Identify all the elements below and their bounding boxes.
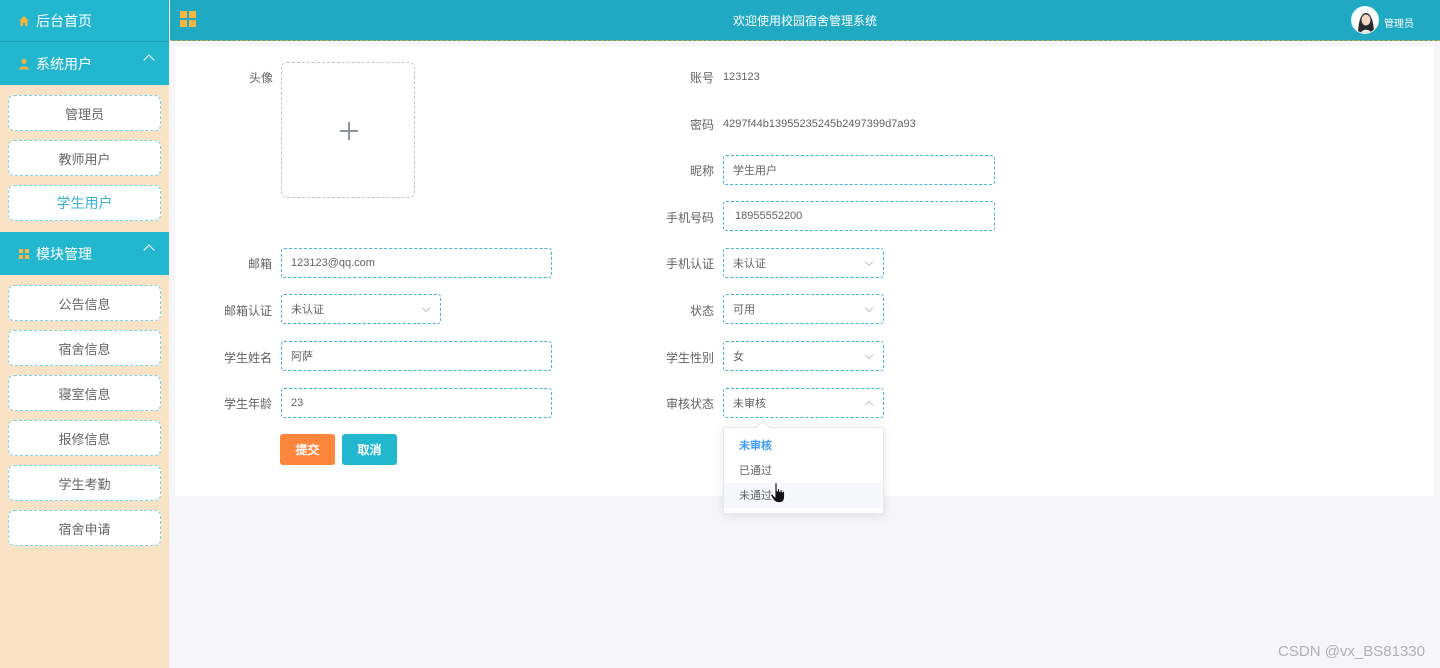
review-status-label: 审核状态 xyxy=(665,397,714,411)
nickname-input[interactable]: 学生用户 xyxy=(723,155,995,185)
sidebar-item-dormitories[interactable]: 宿舍信息 xyxy=(8,330,161,366)
sidebar-item-attendance[interactable]: 学生考勤 xyxy=(8,465,161,501)
plus-icon xyxy=(340,122,358,140)
chevron-up-icon xyxy=(143,54,155,66)
select-value: 未认证 xyxy=(733,258,766,270)
status-label: 状态 xyxy=(689,304,714,318)
top-header: 欢迎使用校园宿舍管理系统 管理员 xyxy=(170,0,1440,41)
dropdown-option-rejected[interactable]: 未通过 xyxy=(724,483,883,508)
watermark: CSDN @vx_BS81330 xyxy=(1278,643,1425,660)
sidebar-item-rooms[interactable]: 寝室信息 xyxy=(8,375,161,411)
cancel-button[interactable]: 取消 xyxy=(342,434,397,465)
account-label: 账号 xyxy=(689,71,714,85)
hand-cursor-icon xyxy=(770,482,786,504)
sidebar-item-label: 公告信息 xyxy=(58,297,111,313)
chevron-down-icon xyxy=(864,303,874,313)
dropdown-option-pending[interactable]: 未审核 xyxy=(724,433,883,458)
sidebar-item-repairs[interactable]: 报修信息 xyxy=(8,420,161,456)
avatar[interactable] xyxy=(1351,6,1379,34)
sidebar-item-notices[interactable]: 公告信息 xyxy=(8,285,161,321)
sidebar-item-label: 宿舍信息 xyxy=(58,342,111,358)
phone-label: 手机号码 xyxy=(665,211,714,225)
chevron-up-icon xyxy=(143,244,155,256)
current-user[interactable]: 管理员 xyxy=(1384,15,1414,30)
email-label: 邮箱 xyxy=(247,257,272,271)
review-status-dropdown: 未审核 已通过 未通过 xyxy=(723,419,884,514)
avatar-upload[interactable] xyxy=(281,62,415,198)
user-icon xyxy=(18,58,30,70)
nickname-label: 昵称 xyxy=(689,164,714,178)
student-name-label: 学生姓名 xyxy=(223,351,272,365)
select-value: 未认证 xyxy=(291,304,324,316)
sidebar-group-module-management[interactable]: 模块管理 xyxy=(0,232,169,275)
password-label: 密码 xyxy=(689,118,714,132)
sidebar-item-student-users[interactable]: 学生用户 xyxy=(8,185,161,221)
dropdown-option-approved[interactable]: 已通过 xyxy=(724,458,883,483)
email-verify-select[interactable]: 未认证 xyxy=(281,294,441,324)
sidebar-item-label: 寝室信息 xyxy=(58,387,111,403)
sidebar: 后台首页 系统用户 管理员 教师用户 学生用户 模块管理 公告信息 宿舍信息 寝… xyxy=(0,0,169,668)
email-input[interactable]: 123123@qq.com xyxy=(281,248,552,278)
avatar-label: 头像 xyxy=(248,71,273,85)
sidebar-item-teacher-users[interactable]: 教师用户 xyxy=(8,140,161,176)
age-input[interactable]: 23 xyxy=(281,388,552,418)
home-icon xyxy=(18,15,30,27)
phone-verify-select[interactable]: 未认证 xyxy=(723,248,884,278)
select-value: 可用 xyxy=(733,304,755,316)
review-status-select[interactable]: 未审核 xyxy=(723,388,884,418)
age-label: 学生年龄 xyxy=(223,397,272,411)
sidebar-home-label: 后台首页 xyxy=(36,13,92,30)
account-value: 123123 xyxy=(723,71,760,83)
phone-input[interactable]: 18955552200 xyxy=(723,201,995,231)
sidebar-item-dorm-applications[interactable]: 宿舍申请 xyxy=(8,510,161,546)
email-verify-label: 邮箱认证 xyxy=(223,304,272,318)
sidebar-group-label: 系统用户 xyxy=(36,56,92,73)
grid-icon xyxy=(18,248,30,260)
select-value: 女 xyxy=(733,351,744,363)
phone-verify-label: 手机认证 xyxy=(665,257,714,271)
sidebar-item-admin[interactable]: 管理员 xyxy=(8,95,161,131)
sidebar-item-label: 宿舍申请 xyxy=(58,522,111,538)
submit-button[interactable]: 提交 xyxy=(280,434,335,465)
chevron-down-icon xyxy=(864,350,874,360)
sidebar-group-label: 模块管理 xyxy=(36,246,92,263)
select-value: 未审核 xyxy=(733,398,766,410)
chevron-up-icon xyxy=(864,400,874,410)
sidebar-item-label: 学生考勤 xyxy=(58,477,111,493)
gender-select[interactable]: 女 xyxy=(723,341,884,371)
chevron-down-icon xyxy=(421,303,431,313)
password-value: 4297f44b13955235245b2497399d7a93 xyxy=(723,118,916,130)
page-title: 欢迎使用校园宿舍管理系统 xyxy=(732,14,877,28)
sidebar-item-label: 报修信息 xyxy=(58,432,111,448)
sidebar-item-label: 学生用户 xyxy=(56,196,113,212)
sidebar-group-system-users[interactable]: 系统用户 xyxy=(0,42,169,85)
student-name-input[interactable]: 阿萨 xyxy=(281,341,552,371)
chevron-down-icon xyxy=(864,257,874,267)
sidebar-item-label: 教师用户 xyxy=(58,152,111,168)
sidebar-home[interactable]: 后台首页 xyxy=(0,0,169,42)
sidebar-item-label: 管理员 xyxy=(64,107,104,123)
gender-label: 学生性别 xyxy=(665,351,714,365)
status-select[interactable]: 可用 xyxy=(723,294,884,324)
